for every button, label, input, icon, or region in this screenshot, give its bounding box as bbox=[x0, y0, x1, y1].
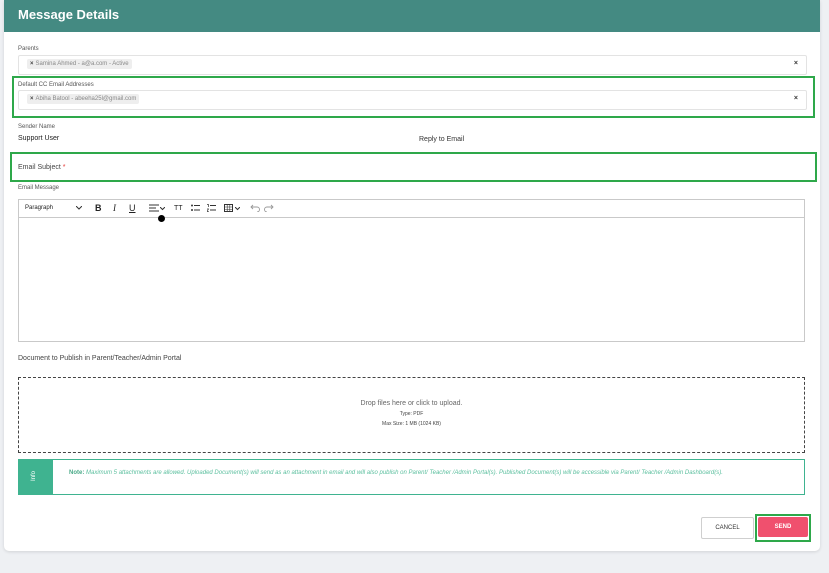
cc-label: Default CC Email Addresses bbox=[18, 82, 94, 88]
paragraph-select[interactable]: Paragraph bbox=[25, 203, 53, 214]
cc-chip-label: Abiha Batool - abeeha25l@gmail.com bbox=[35, 96, 137, 102]
cc-clear-icon[interactable]: × bbox=[794, 95, 798, 102]
cursor-dot bbox=[158, 215, 165, 222]
page-title: Message Details bbox=[18, 7, 120, 22]
sender-name-value: Support User bbox=[18, 135, 60, 142]
document-label: Document to Publish in Parent/Teacher/Ad… bbox=[18, 355, 182, 362]
email-subject-field[interactable]: Email Subject * bbox=[10, 152, 817, 182]
parents-select[interactable]: × Samina Ahmed - a@a.com - Active × bbox=[18, 55, 807, 75]
dropzone-size: Max Size: 1 MB (1024 KB) bbox=[382, 421, 441, 427]
cc-chip: × Abiha Batool - abeeha25l@gmail.com bbox=[27, 94, 140, 104]
editor-toolbar: Paragraph B I U TT bbox=[19, 200, 804, 222]
chevron-down-icon bbox=[235, 207, 240, 211]
cc-email-select[interactable]: × Abiha Batool - abeeha25l@gmail.com × bbox=[18, 90, 807, 110]
info-note: Info Note: Maximum 5 attachments are all… bbox=[18, 459, 805, 495]
underline-button[interactable]: U bbox=[129, 203, 136, 214]
dropzone-text: Drop files here or click to upload. bbox=[360, 400, 463, 407]
email-message-editor[interactable]: Paragraph B I U TT bbox=[18, 199, 805, 342]
chip-remove-icon[interactable]: × bbox=[30, 96, 34, 102]
note-sidebar: Info bbox=[19, 460, 53, 494]
italic-button[interactable]: I bbox=[113, 203, 116, 214]
bold-button[interactable]: B bbox=[95, 203, 102, 214]
chip-remove-icon[interactable]: × bbox=[30, 61, 34, 67]
note-text: Note: Maximum 5 attachments are allowed.… bbox=[69, 470, 723, 476]
email-message-label: Email Message bbox=[18, 185, 60, 191]
send-button[interactable]: SEND bbox=[758, 517, 808, 537]
info-icon: Info bbox=[31, 470, 38, 482]
align-icon[interactable] bbox=[149, 204, 159, 212]
parents-label: Parents bbox=[18, 46, 39, 52]
undo-icon[interactable] bbox=[250, 204, 260, 212]
dropzone-type: Type: PDF bbox=[399, 411, 424, 417]
message-details-card: Message Details Parents × Samina Ahmed - … bbox=[4, 0, 820, 551]
bullet-list-icon[interactable] bbox=[191, 204, 200, 212]
redo-icon[interactable] bbox=[264, 204, 274, 212]
numbered-list-icon[interactable] bbox=[207, 204, 216, 212]
cancel-button[interactable]: CANCEL bbox=[701, 517, 754, 539]
parent-chip-label: Samina Ahmed - a@a.com - Active bbox=[35, 61, 129, 67]
table-icon[interactable] bbox=[224, 204, 233, 212]
file-dropzone[interactable]: Drop files here or click to upload. Type… bbox=[18, 377, 805, 453]
email-subject-label: Email Subject * bbox=[18, 164, 66, 171]
card-header: Message Details bbox=[4, 0, 820, 32]
reply-to-email-label: Reply to Email bbox=[419, 136, 465, 143]
sender-name-label: Sender Name bbox=[18, 124, 56, 130]
parent-chip: × Samina Ahmed - a@a.com - Active bbox=[27, 59, 132, 69]
parents-clear-icon[interactable]: × bbox=[794, 60, 798, 67]
font-size-button[interactable]: TT bbox=[174, 203, 183, 214]
chevron-down-icon bbox=[160, 207, 165, 211]
chevron-down-icon bbox=[76, 206, 82, 210]
